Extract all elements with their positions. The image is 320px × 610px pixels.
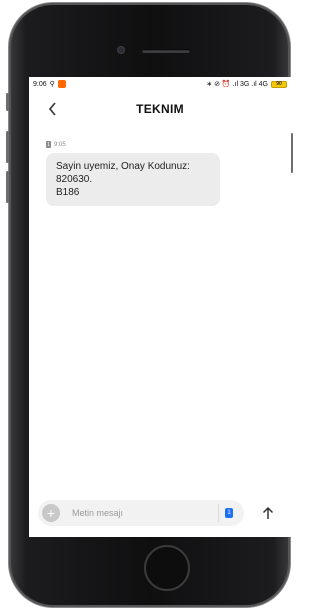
status-icons: ∗ ⊘ ⏰ .ıl 3G .ıl 4G [206, 81, 268, 88]
send-arrow-icon[interactable] [259, 504, 277, 522]
message-time: 9:05 [54, 141, 66, 148]
message-composer: + 1 [29, 495, 291, 531]
message-text-line-2: B186 [56, 187, 80, 198]
message-input[interactable] [70, 507, 204, 519]
volume-down-button [6, 171, 9, 203]
battery-icon: 90 [271, 80, 287, 88]
add-attachment-icon[interactable]: + [42, 504, 60, 522]
status-time: 9:06 [33, 80, 47, 88]
status-right: ∗ ⊘ ⏰ .ıl 3G .ıl 4G 90 [206, 80, 287, 88]
message-list: 1 9:05 Sayin uyemiz, Onay Kodunuz: 82063… [29, 127, 291, 206]
volume-up-button [6, 131, 9, 163]
phone-screen: 9:06 ⚲ ∗ ⊘ ⏰ .ıl 3G .ıl 4G 90 TEKNIM 1 9… [29, 77, 291, 537]
app-notification-icon [57, 80, 66, 88]
status-left: 9:06 ⚲ [33, 80, 66, 88]
earpiece-speaker [142, 49, 190, 53]
sim-card-icon: 1 [46, 141, 51, 148]
back-arrow-icon[interactable] [42, 99, 62, 119]
contact-title: TEKNIM [136, 102, 184, 116]
conversation-header: TEKNIM [29, 91, 291, 127]
message-text-line-1: Sayin uyemiz, Onay Kodunuz: 820630. [56, 161, 190, 185]
message-bubble[interactable]: Sayin uyemiz, Onay Kodunuz: 820630. B186 [46, 153, 220, 206]
sim-selector-icon[interactable]: 1 [225, 508, 233, 518]
location-icon: ⚲ [49, 81, 55, 88]
input-divider [218, 504, 219, 522]
status-bar: 9:06 ⚲ ∗ ⊘ ⏰ .ıl 3G .ıl 4G 90 [29, 77, 291, 91]
message-item: 1 9:05 Sayin uyemiz, Onay Kodunuz: 82063… [46, 141, 291, 206]
front-camera [117, 46, 125, 54]
message-meta: 1 9:05 [46, 141, 291, 148]
home-button[interactable] [144, 545, 190, 591]
input-container: + 1 [38, 500, 244, 526]
mute-switch [6, 93, 9, 111]
